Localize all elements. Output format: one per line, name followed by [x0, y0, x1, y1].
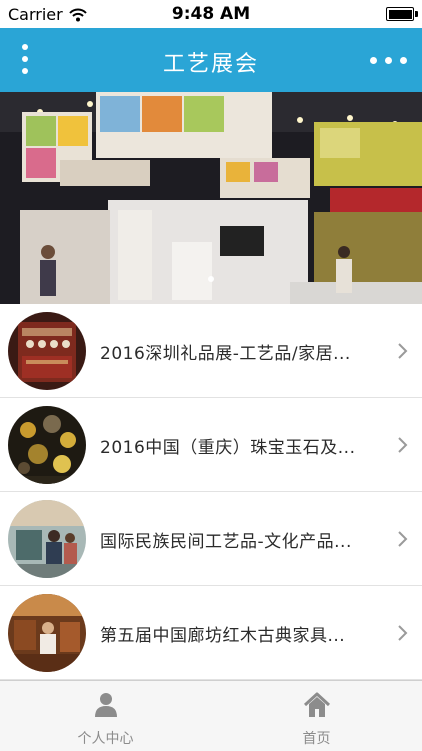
nav-bar: 工艺展会	[0, 28, 422, 92]
status-time: 9:48 AM	[171, 4, 251, 24]
tab-profile[interactable]: 个人中心	[0, 681, 211, 751]
status-bar: Carrier 9:48 AM	[0, 0, 422, 28]
chevron-right-icon	[398, 625, 408, 641]
list-item[interactable]: 2016深圳礼品展-工艺品/家居...	[0, 304, 422, 398]
chevron-right-icon	[398, 343, 408, 359]
person-icon	[94, 693, 117, 717]
list-item-thumbnail	[8, 312, 86, 390]
list-item-title: 2016深圳礼品展-工艺品/家居...	[100, 344, 351, 364]
carousel-dot[interactable]	[208, 276, 214, 282]
tab-label: 首页	[302, 731, 331, 747]
battery-level	[388, 9, 412, 19]
tab-home[interactable]: 首页	[211, 681, 422, 751]
list-item-title: 国际民族民间工艺品-文化产品...	[100, 532, 352, 552]
page-title: 工艺展会	[162, 52, 259, 77]
banner-carousel[interactable]	[0, 92, 422, 304]
list-item[interactable]: 2016中国（重庆）珠宝玉石及...	[0, 398, 422, 492]
chevron-right-icon	[398, 437, 408, 453]
list-item-thumbnail	[8, 500, 86, 578]
more-icon[interactable]	[368, 50, 412, 70]
chevron-right-icon	[398, 531, 408, 547]
list-item[interactable]: 第五届中国廊坊红木古典家具...	[0, 586, 422, 680]
tab-bar: 个人中心 首页	[0, 680, 422, 751]
exhibition-list: 2016深圳礼品展-工艺品/家居... 2016中国（重庆）珠宝玉石及... 国…	[0, 304, 422, 680]
tab-label: 个人中心	[77, 731, 134, 747]
carousel-dots	[0, 267, 422, 286]
list-item-thumbnail	[8, 406, 86, 484]
list-item[interactable]: 国际民族民间工艺品-文化产品...	[0, 492, 422, 586]
home-icon	[303, 692, 330, 717]
list-item-thumbnail	[8, 594, 86, 672]
list-item-title: 第五届中国廊坊红木古典家具...	[100, 626, 346, 646]
list-item-title: 2016中国（重庆）珠宝玉石及...	[100, 438, 356, 458]
battery-icon	[386, 7, 418, 21]
